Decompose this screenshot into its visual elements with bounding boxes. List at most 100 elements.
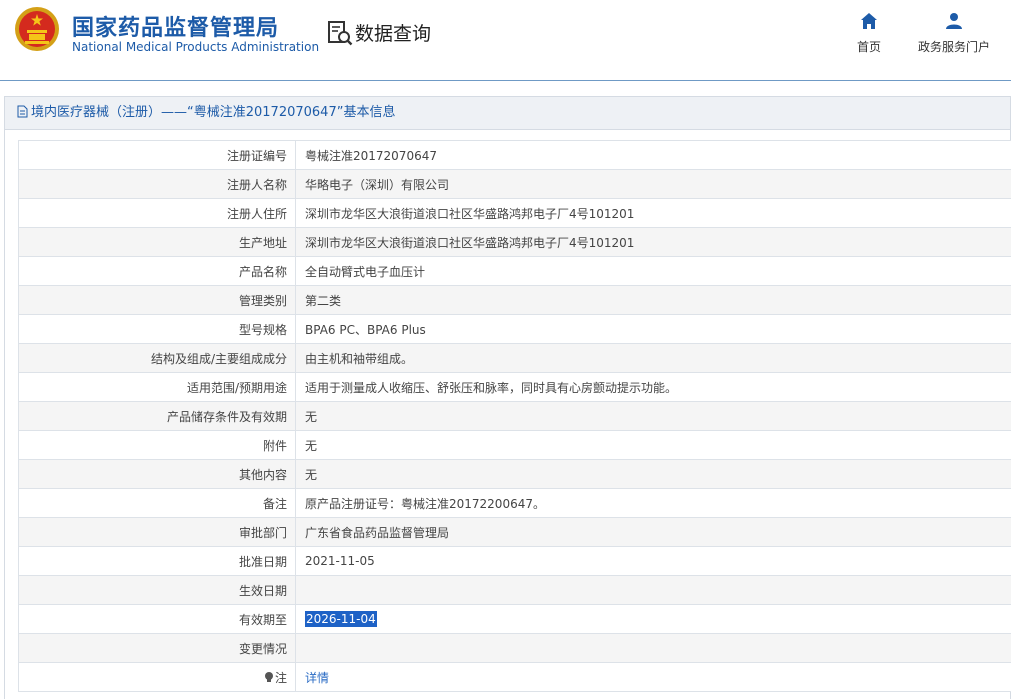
row-value-cell: 深圳市龙华区大浪街道浪口社区华盛路鸿邦电子厂4号101201	[296, 228, 1011, 257]
row-label-cell: 产品储存条件及有效期	[19, 402, 296, 431]
row-value-cell: 华略电子（深圳）有限公司	[296, 170, 1011, 199]
row-value-cell: 详情	[296, 663, 1011, 692]
row-label-cell: 注册人住所	[19, 199, 296, 228]
row-label: 审批部门	[239, 526, 287, 540]
row-label: 注册人住所	[227, 207, 287, 221]
table-row: 附件无	[19, 431, 1011, 460]
row-label-cell: 生产地址	[19, 228, 296, 257]
row-value-cell: BPA6 PC、BPA6 Plus	[296, 315, 1011, 344]
row-value: 广东省食品药品监督管理局	[305, 526, 449, 540]
row-label-cell: 变更情况	[19, 634, 296, 663]
row-value-cell: 粤械注准20172070647	[296, 141, 1011, 170]
row-value-cell	[296, 576, 1011, 605]
row-value: 适用于测量成人收缩压、舒张压和脉率，同时具有心房颤动提示功能。	[305, 381, 677, 395]
row-value: 华略电子（深圳）有限公司	[305, 178, 449, 192]
row-label: 变更情况	[239, 642, 287, 656]
row-label: 产品储存条件及有效期	[167, 410, 287, 424]
row-value: 由主机和袖带组成。	[305, 352, 413, 366]
row-value-cell: 适用于测量成人收缩压、舒张压和脉率，同时具有心房颤动提示功能。	[296, 373, 1011, 402]
row-label: 其他内容	[239, 468, 287, 482]
table-row: 管理类别 第二类	[19, 286, 1011, 315]
row-value-cell: 无	[296, 402, 1011, 431]
table-row: 变更情况	[19, 634, 1011, 663]
home-icon	[860, 12, 878, 30]
row-label: 批准日期	[239, 555, 287, 569]
row-value: 2021-11-05	[305, 554, 375, 568]
row-label-cell: 结构及组成/主要组成成分	[19, 344, 296, 373]
row-label: 注册证编号	[227, 149, 287, 163]
lightbulb-icon	[264, 672, 274, 683]
row-label-cell: 注册证编号	[19, 141, 296, 170]
table-row: 结构及组成/主要组成成分 由主机和袖带组成。	[19, 344, 1011, 373]
row-label: 型号规格	[239, 323, 287, 337]
table-row: 注详情	[19, 663, 1011, 692]
detail-panel: 境内医疗器械（注册）——“粤械注准20172070647”基本信息 注册证编号 粤…	[4, 96, 1011, 699]
user-icon	[945, 12, 963, 30]
row-value-cell: 原产品注册证号：粤械注准20172200647。	[296, 489, 1011, 518]
expiry-date-value[interactable]: 2026-11-04	[305, 611, 377, 627]
logo-title-en[interactable]: National Medical Products Administration	[72, 40, 319, 54]
row-value-cell: 无	[296, 431, 1011, 460]
table-row: 其他内容 无	[19, 460, 1011, 489]
row-value-cell: 全自动臂式电子血压计	[296, 257, 1011, 286]
row-label-cell: 审批部门	[19, 518, 296, 547]
row-label: 管理类别	[239, 294, 287, 308]
row-label-cell: 其他内容	[19, 460, 296, 489]
nav-service-portal[interactable]: 政务服务门户	[914, 12, 994, 55]
panel-header: 境内医疗器械（注册）——“粤械注准20172070647”基本信息	[5, 97, 1010, 130]
table-row: 注册人名称 华略电子（深圳）有限公司	[19, 170, 1011, 199]
document-icon	[17, 105, 28, 118]
table-row: 产品储存条件及有效期 无	[19, 402, 1011, 431]
row-label-cell: 管理类别	[19, 286, 296, 315]
row-value: 全自动臂式电子血压计	[305, 265, 425, 279]
row-value: 无	[305, 468, 317, 482]
row-label-cell: 注册人名称	[19, 170, 296, 199]
row-label: 结构及组成/主要组成成分	[151, 352, 287, 366]
row-label: 注册人名称	[227, 178, 287, 192]
row-label: 适用范围/预期用途	[187, 381, 287, 395]
row-value-cell: 2026-11-04	[296, 605, 1011, 634]
row-label: 备注	[263, 497, 287, 511]
table-row: 注册人住所 深圳市龙华区大浪街道浪口社区华盛路鸿邦电子厂4号101201	[19, 199, 1011, 228]
table-row: 生效日期	[19, 576, 1011, 605]
row-label-cell: 附件	[19, 431, 296, 460]
logo-title-cn[interactable]: 国家药品监督管理局	[72, 10, 279, 42]
row-value: 深圳市龙华区大浪街道浪口社区华盛路鸿邦电子厂4号101201	[305, 207, 634, 221]
row-value-cell: 第二类	[296, 286, 1011, 315]
national-emblem-icon	[14, 6, 60, 52]
row-value: 第二类	[305, 294, 341, 308]
row-label: 附件	[263, 439, 287, 453]
row-value-cell	[296, 634, 1011, 663]
nav-home[interactable]: 首页	[852, 12, 886, 55]
row-label: 产品名称	[239, 265, 287, 279]
table-row: 批准日期 2021-11-05	[19, 547, 1011, 576]
row-value-cell: 无	[296, 460, 1011, 489]
panel-title: 境内医疗器械（注册）——“粤械注准20172070647”基本信息	[31, 105, 395, 120]
row-value: 原产品注册证号：粤械注准20172200647。	[305, 497, 545, 511]
row-value-cell: 由主机和袖带组成。	[296, 344, 1011, 373]
table-row: 有效期至 2026-11-04	[19, 605, 1011, 634]
nav-portal-label: 政务服务门户	[918, 40, 990, 54]
info-table: 注册证编号粤械注准20172070647注册人名称华略电子（深圳）有限公司注册人…	[18, 140, 1011, 692]
table-row: 型号规格 BPA6 PC、BPA6 Plus	[19, 315, 1011, 344]
row-label-cell: 备注	[19, 489, 296, 518]
row-value: BPA6 PC、BPA6 Plus	[305, 323, 426, 337]
row-label: 有效期至	[239, 613, 287, 627]
row-value: 深圳市龙华区大浪街道浪口社区华盛路鸿邦电子厂4号101201	[305, 236, 634, 250]
row-value-cell: 2021-11-05	[296, 547, 1011, 576]
row-value-cell: 深圳市龙华区大浪街道浪口社区华盛路鸿邦电子厂4号101201	[296, 199, 1011, 228]
row-label-cell: 有效期至	[19, 605, 296, 634]
row-value: 粤械注准20172070647	[305, 149, 437, 163]
row-label: 生效日期	[239, 584, 287, 598]
site-header: 国家药品监督管理局 National Medical Products Admi…	[0, 0, 1011, 81]
table-row: 审批部门 广东省食品药品监督管理局	[19, 518, 1011, 547]
row-label-cell: 批准日期	[19, 547, 296, 576]
row-label-cell: 型号规格	[19, 315, 296, 344]
details-link[interactable]: 详情	[305, 671, 329, 685]
table-row: 备注 原产品注册证号：粤械注准20172200647。	[19, 489, 1011, 518]
table-row: 注册证编号 粤械注准20172070647	[19, 141, 1011, 170]
row-value-cell: 广东省食品药品监督管理局	[296, 518, 1011, 547]
table-row: 适用范围/预期用途 适用于测量成人收缩压、舒张压和脉率，同时具有心房颤动提示功能。	[19, 373, 1011, 402]
row-value: 无	[305, 410, 317, 424]
row-label-cell: 注	[19, 663, 296, 692]
